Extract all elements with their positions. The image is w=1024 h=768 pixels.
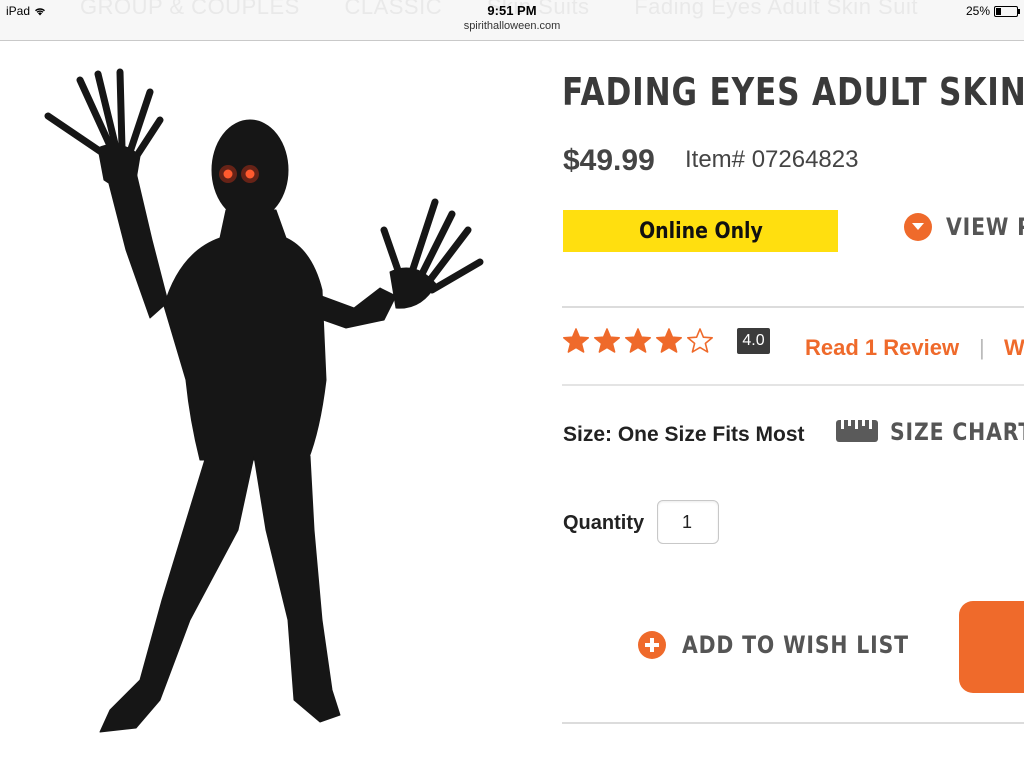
star-filled-icon: [656, 328, 682, 353]
rating-stars[interactable]: [562, 327, 714, 355]
glowing-eye: [245, 169, 255, 179]
product-image[interactable]: [40, 60, 510, 740]
quantity-input[interactable]: [657, 500, 719, 544]
rating-value-badge: 4.0: [737, 328, 770, 354]
battery-fill: [996, 7, 1001, 15]
star-filled-icon: [625, 328, 651, 353]
view-product-label: VIEW PR: [946, 213, 1024, 241]
product-title: FADING EYES ADULT SKIN: [562, 70, 1024, 114]
divider: [562, 306, 1024, 308]
wishlist-label: ADD TO WISH LIST: [682, 631, 909, 659]
read-review-link[interactable]: Read 1 Review: [805, 335, 959, 361]
battery-indicator: 25%: [965, 4, 1020, 18]
item-number: Item# 07264823: [685, 146, 859, 173]
product-price: $49.99: [563, 144, 655, 177]
star-filled-icon: [594, 328, 620, 353]
chevron-down-circle-icon: [904, 213, 932, 241]
add-to-wishlist-button[interactable]: ADD TO WISH LIST: [638, 631, 949, 659]
write-review-link[interactable]: W: [1004, 335, 1024, 361]
battery-percent: 25%: [965, 4, 990, 18]
size-text: Size: One Size Fits Most: [563, 423, 805, 446]
link-separator: |: [979, 335, 985, 360]
battery-icon: [994, 5, 1020, 17]
address-bar[interactable]: spirithalloween.com: [0, 20, 1024, 32]
ruler-icon[interactable]: [835, 416, 879, 444]
plus-circle-icon: [638, 631, 666, 659]
divider: [562, 384, 1024, 386]
glowing-eye: [223, 169, 233, 179]
clock: 9:51 PM: [487, 3, 537, 18]
quantity-label: Quantity: [563, 512, 645, 534]
divider: [562, 722, 1024, 724]
online-only-badge: Online Only: [563, 210, 838, 252]
browser-status-bar: GROUP & COUPLES CLASSIC Skin Suits Fadin…: [0, 0, 1024, 41]
size-chart-link[interactable]: SIZE CHART: [890, 418, 1024, 446]
online-only-label: Online Only: [638, 218, 763, 244]
star-filled-icon: [563, 328, 589, 353]
star-outline-icon: [687, 328, 713, 353]
view-product-link[interactable]: VIEW PR: [904, 213, 1024, 241]
add-to-cart-button[interactable]: [959, 601, 1024, 693]
